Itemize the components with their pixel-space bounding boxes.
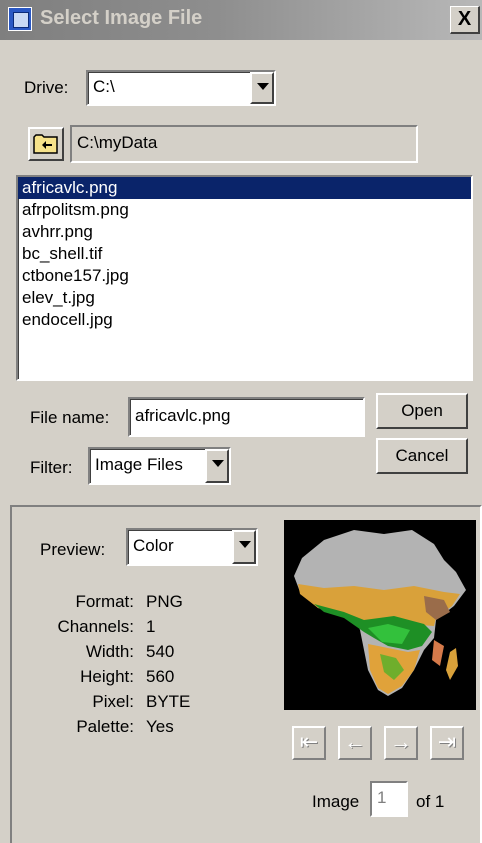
next-image-button[interactable]: →: [384, 726, 418, 760]
drive-value: C:\: [93, 77, 115, 96]
preview-mode-select[interactable]: Color: [126, 528, 258, 566]
info-value: 540: [146, 642, 175, 661]
image-count-label: of 1: [416, 792, 445, 811]
file-list-item[interactable]: elev_t.jpg: [18, 287, 471, 309]
preview-mode-value: Color: [133, 536, 174, 555]
chevron-down-icon[interactable]: [205, 449, 229, 483]
file-list-item[interactable]: endocell.jpg: [18, 309, 471, 331]
file-list-item[interactable]: africavlc.png: [18, 177, 471, 199]
image-preview: [284, 520, 476, 710]
filename-label: File name:: [30, 408, 110, 427]
up-folder-button[interactable]: [28, 127, 64, 161]
image-index-value: 1: [377, 788, 387, 807]
prev-image-button[interactable]: ←: [338, 726, 372, 760]
app-icon: [8, 7, 32, 31]
file-list-item[interactable]: afrpolitsm.png: [18, 199, 471, 221]
first-image-button[interactable]: ⇤: [292, 726, 326, 760]
next-icon: →: [390, 729, 412, 754]
path-value: C:\myData: [77, 133, 158, 152]
filename-value: africavlc.png: [135, 406, 231, 425]
filter-label: Filter:: [30, 458, 73, 477]
info-label: Width:: [85, 642, 134, 661]
file-list-item[interactable]: ctbone157.jpg: [18, 265, 471, 287]
close-button[interactable]: X: [450, 6, 480, 34]
info-value: Yes: [146, 717, 174, 736]
info-value: PNG: [146, 592, 183, 611]
preview-label: Preview:: [40, 540, 106, 559]
info-value: 1: [146, 617, 156, 636]
africa-map-image: [294, 530, 466, 696]
image-counter-label: Image: [312, 792, 360, 811]
info-value: 560: [146, 667, 175, 686]
drive-select[interactable]: C:\: [86, 70, 276, 106]
filename-input[interactable]: africavlc.png: [128, 397, 365, 437]
info-label: Format:: [75, 592, 134, 611]
window-title: Select Image File: [40, 7, 203, 29]
info-label: Channels:: [57, 617, 134, 636]
info-label: Height:: [80, 667, 134, 686]
filter-value: Image Files: [95, 455, 183, 474]
info-value: BYTE: [146, 692, 191, 711]
cancel-button[interactable]: Cancel: [376, 438, 468, 474]
first-icon: ⇤: [299, 729, 319, 754]
open-button[interactable]: Open: [376, 393, 468, 429]
chevron-down-icon[interactable]: [250, 72, 274, 104]
file-list-item[interactable]: avhrr.png: [18, 221, 471, 243]
path-field: C:\myData: [70, 125, 418, 163]
info-label: Palette:: [76, 717, 134, 736]
file-list-items: africavlc.png afrpolitsm.png avhrr.png bc_s…: [18, 177, 471, 331]
chevron-down-icon[interactable]: [232, 530, 256, 564]
folder-up-icon: [33, 134, 58, 154]
file-list[interactable]: africavlc.png afrpolitsm.png avhrr.png bc_s…: [16, 175, 473, 381]
title-bar[interactable]: Select Image File X: [0, 0, 482, 40]
prev-icon: ←: [344, 729, 366, 754]
info-label: Pixel:: [92, 692, 134, 711]
last-image-button[interactable]: ⇥: [430, 726, 464, 760]
last-icon: ⇥: [437, 729, 457, 754]
image-index-field[interactable]: 1: [370, 781, 408, 817]
file-list-item[interactable]: bc_shell.tif: [18, 243, 471, 265]
drive-label: Drive:: [24, 78, 69, 97]
filter-select[interactable]: Image Files: [88, 447, 231, 485]
